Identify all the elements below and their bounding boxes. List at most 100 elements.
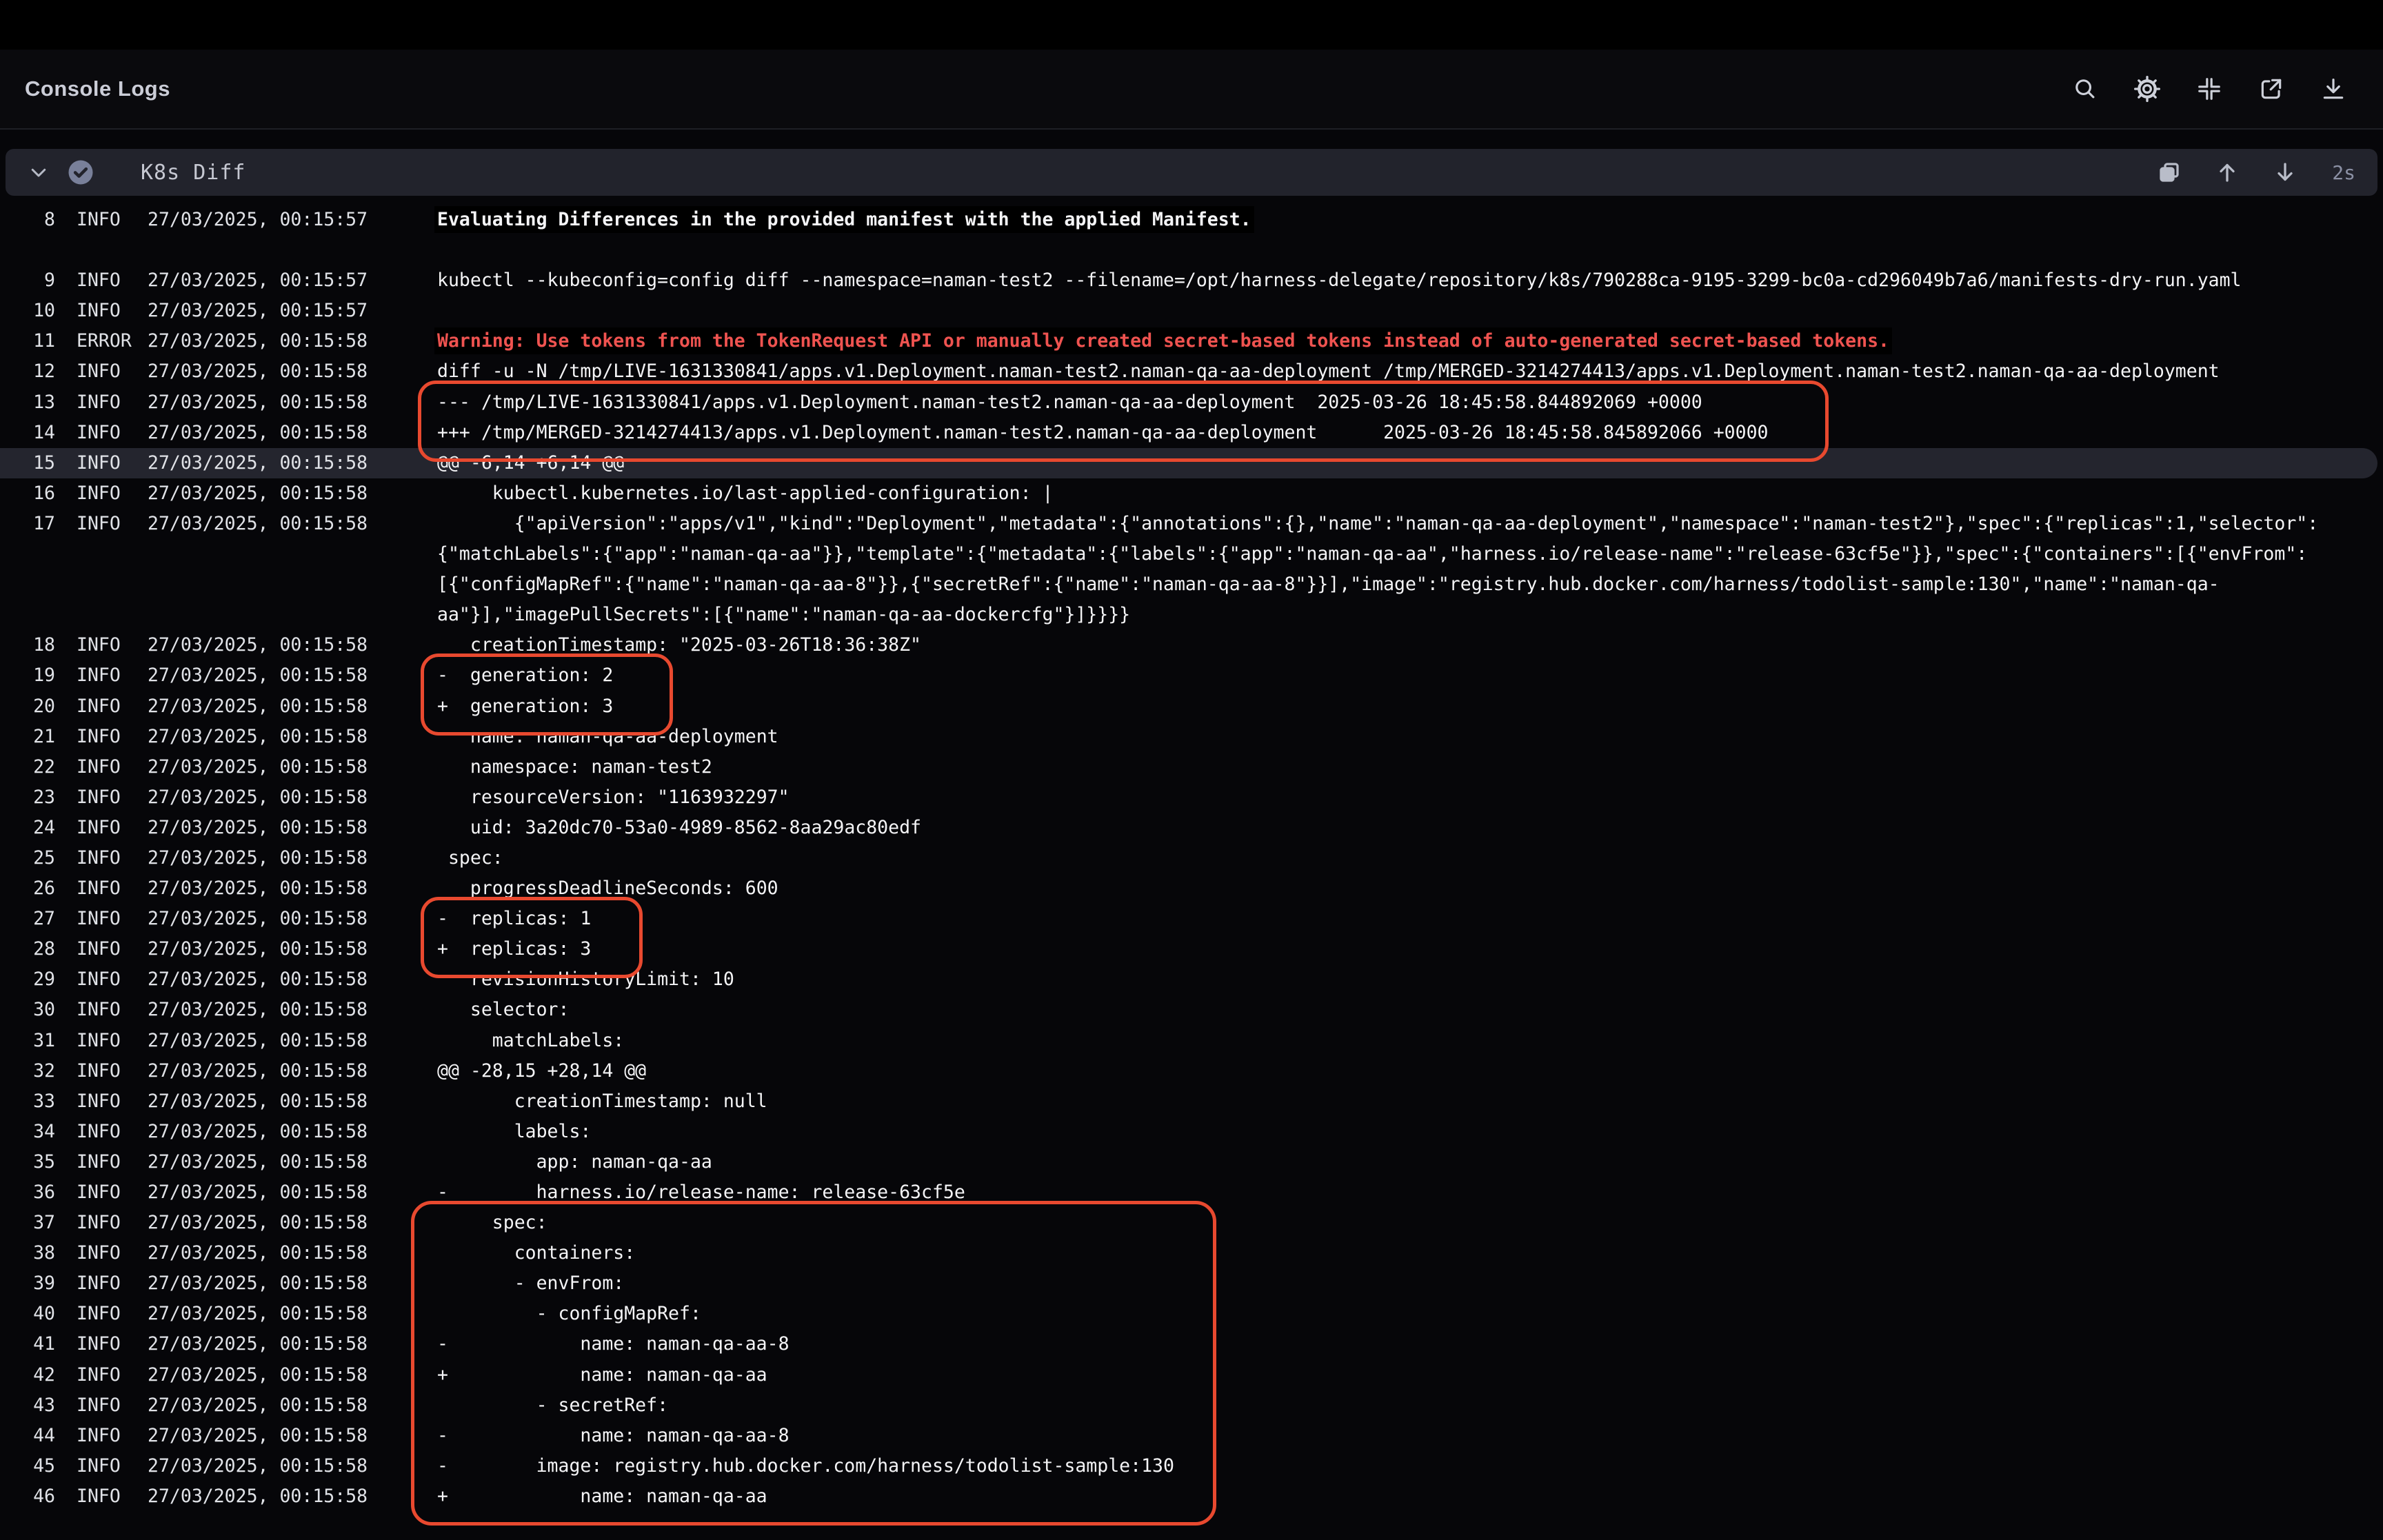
log-level: INFO xyxy=(77,1208,148,1238)
log-line: 13INFO27/03/2025, 00:15:58--- /tmp/LIVE-… xyxy=(0,387,2383,418)
log-level: INFO xyxy=(77,813,148,843)
line-number: 13 xyxy=(0,387,55,418)
step-header-k8s-diff[interactable]: K8s Diff 2s xyxy=(6,149,2377,196)
log-level: INFO xyxy=(77,356,148,387)
page-title: Console Logs xyxy=(25,77,170,101)
log-level: INFO xyxy=(77,205,148,235)
log-timestamp: 27/03/2025, 00:15:58 xyxy=(148,1208,437,1238)
log-level: INFO xyxy=(77,448,148,478)
log-message: --- /tmp/LIVE-1631330841/apps.v1.Deploym… xyxy=(437,387,2383,418)
line-number: 38 xyxy=(0,1238,55,1268)
collapse-icon[interactable] xyxy=(2195,75,2223,103)
line-number: 36 xyxy=(0,1177,55,1208)
log-message: - name: naman-qa-aa-8 xyxy=(437,1329,2383,1359)
copy-icon[interactable] xyxy=(2155,159,2183,186)
check-circle-icon xyxy=(66,158,95,187)
log-line: 10INFO27/03/2025, 00:15:57 xyxy=(0,296,2383,326)
log-level: INFO xyxy=(77,1056,148,1086)
line-number: 18 xyxy=(0,630,55,660)
log-line: 35INFO27/03/2025, 00:15:58 app: naman-qa… xyxy=(0,1147,2383,1177)
log-message: + name: naman-qa-aa xyxy=(437,1481,2383,1512)
log-level: INFO xyxy=(77,934,148,964)
log-message: resourceVersion: "1163932297" xyxy=(437,782,2383,813)
log-line: 22INFO27/03/2025, 00:15:58 namespace: na… xyxy=(0,752,2383,782)
log-level: INFO xyxy=(77,995,148,1025)
log-message: name: naman-qa-aa-deployment xyxy=(437,722,2383,752)
log-timestamp: 27/03/2025, 00:15:58 xyxy=(148,813,437,843)
log-message: - generation: 2 xyxy=(437,660,2383,691)
log-message: Warning: Use tokens from the TokenReques… xyxy=(437,326,2383,356)
log-level: INFO xyxy=(77,1481,148,1512)
log-message: - configMapRef: xyxy=(437,1299,2383,1329)
line-number: 24 xyxy=(0,813,55,843)
log-level: INFO xyxy=(77,660,148,691)
log-line: 45INFO27/03/2025, 00:15:58- image: regis… xyxy=(0,1451,2383,1481)
log-line: 34INFO27/03/2025, 00:15:58 labels: xyxy=(0,1117,2383,1147)
log-message: app: naman-qa-aa xyxy=(437,1147,2383,1177)
log-message: Evaluating Differences in the provided m… xyxy=(437,205,2383,235)
log-level: INFO xyxy=(77,752,148,782)
line-number: 43 xyxy=(0,1390,55,1421)
log-timestamp: 27/03/2025, 00:15:58 xyxy=(148,1299,437,1329)
line-number: 41 xyxy=(0,1329,55,1359)
log-line: 27INFO27/03/2025, 00:15:58- replicas: 1 xyxy=(0,904,2383,934)
log-level: INFO xyxy=(77,509,148,630)
log-message: - envFrom: xyxy=(437,1268,2383,1299)
search-icon[interactable] xyxy=(2071,75,2099,103)
download-icon[interactable] xyxy=(2320,75,2347,103)
log-level: INFO xyxy=(77,1086,148,1117)
log-timestamp: 27/03/2025, 00:15:58 xyxy=(148,964,437,995)
log-timestamp: 27/03/2025, 00:15:58 xyxy=(148,630,437,660)
arrow-up-icon[interactable] xyxy=(2213,159,2241,186)
log-message: progressDeadlineSeconds: 600 xyxy=(437,873,2383,904)
log-timestamp: 27/03/2025, 00:15:58 xyxy=(148,1268,437,1299)
line-number: 17 xyxy=(0,509,55,630)
line-number: 40 xyxy=(0,1299,55,1329)
log-line: 12INFO27/03/2025, 00:15:58diff -u -N /tm… xyxy=(0,356,2383,387)
log-line: 41INFO27/03/2025, 00:15:58- name: naman-… xyxy=(0,1329,2383,1359)
log-level: INFO xyxy=(77,1360,148,1390)
line-number: 37 xyxy=(0,1208,55,1238)
log-message: - secretRef: xyxy=(437,1390,2383,1421)
log-timestamp: 27/03/2025, 00:15:57 xyxy=(148,296,437,326)
log-level: INFO xyxy=(77,691,148,722)
log-timestamp: 27/03/2025, 00:15:58 xyxy=(148,660,437,691)
step-actions: 2s xyxy=(2155,159,2360,186)
line-number: 35 xyxy=(0,1147,55,1177)
log-timestamp: 27/03/2025, 00:15:58 xyxy=(148,843,437,873)
log-message: +++ /tmp/MERGED-3214274413/apps.v1.Deplo… xyxy=(437,418,2383,448)
log-line: 36INFO27/03/2025, 00:15:58- harness.io/r… xyxy=(0,1177,2383,1208)
settings-gear-icon[interactable] xyxy=(2133,75,2161,103)
log-level: INFO xyxy=(77,1177,148,1208)
log-message: {"apiVersion":"apps/v1","kind":"Deployme… xyxy=(437,509,2383,630)
log-level: INFO xyxy=(77,1268,148,1299)
line-number: 19 xyxy=(0,660,55,691)
log-line: 44INFO27/03/2025, 00:15:58- name: naman-… xyxy=(0,1421,2383,1451)
log-level: INFO xyxy=(77,1390,148,1421)
chevron-down-icon[interactable] xyxy=(23,157,54,188)
line-number: 10 xyxy=(0,296,55,326)
log-timestamp: 27/03/2025, 00:15:58 xyxy=(148,448,437,478)
line-number: 39 xyxy=(0,1268,55,1299)
open-in-new-icon[interactable] xyxy=(2258,75,2285,103)
log-timestamp: 27/03/2025, 00:15:58 xyxy=(148,934,437,964)
log-message: matchLabels: xyxy=(437,1026,2383,1056)
line-number: 20 xyxy=(0,691,55,722)
log-message: + generation: 3 xyxy=(437,691,2383,722)
log-timestamp: 27/03/2025, 00:15:58 xyxy=(148,1329,437,1359)
arrow-down-icon[interactable] xyxy=(2271,159,2299,186)
log-level: INFO xyxy=(77,1421,148,1451)
line-number: 32 xyxy=(0,1056,55,1086)
log-level: INFO xyxy=(77,478,148,509)
log-timestamp: 27/03/2025, 00:15:58 xyxy=(148,509,437,630)
log-timestamp: 27/03/2025, 00:15:58 xyxy=(148,691,437,722)
line-number: 28 xyxy=(0,934,55,964)
line-gap xyxy=(0,235,2383,265)
line-number: 26 xyxy=(0,873,55,904)
log-line: 23INFO27/03/2025, 00:15:58 resourceVersi… xyxy=(0,782,2383,813)
log-timestamp: 27/03/2025, 00:15:58 xyxy=(148,1177,437,1208)
log-message: @@ -28,15 +28,14 @@ xyxy=(437,1056,2383,1086)
line-number: 27 xyxy=(0,904,55,934)
log-line: 39 INFO27/03/2025, 00:15:58 - envFrom: xyxy=(0,1268,2383,1299)
log-timestamp: 27/03/2025, 00:15:58 xyxy=(148,1238,437,1268)
